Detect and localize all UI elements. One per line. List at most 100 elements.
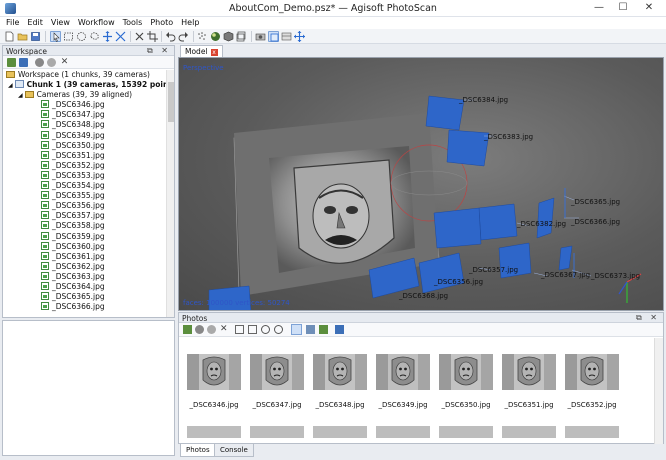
camera-list-item[interactable]: _DSC6347.jpg [3, 110, 168, 120]
point-cloud-icon[interactable] [197, 31, 208, 42]
disable-icon[interactable] [47, 58, 56, 67]
solid-model-icon[interactable] [210, 31, 221, 42]
disable-camera-icon[interactable] [207, 325, 216, 334]
redo-icon[interactable] [178, 31, 189, 42]
camera-list-item[interactable]: _DSC6350.jpg [3, 140, 168, 151]
photo-thumbnail[interactable] [565, 354, 619, 390]
circle-select-icon[interactable] [76, 31, 87, 42]
camera-label: _DSC6382.jpg [517, 220, 567, 228]
photos-scrollbar[interactable] [654, 338, 663, 444]
show-region-icon[interactable] [268, 31, 279, 42]
resize-region-icon[interactable] [115, 31, 126, 42]
reset-view-icon[interactable] [294, 31, 305, 42]
wireframe-icon[interactable] [236, 31, 247, 42]
photo-thumbnail[interactable] [187, 354, 241, 390]
menu-tools[interactable]: Tools [119, 17, 147, 29]
camera-list-item[interactable]: _DSC6362.jpg [3, 261, 168, 272]
photo-thumbnail[interactable] [502, 354, 556, 390]
photo-thumbnail[interactable] [376, 426, 430, 438]
add-chunk-icon[interactable] [7, 58, 16, 67]
maximize-button[interactable]: ☐ [612, 0, 634, 17]
cameras-row[interactable]: ◢ Cameras (39, 39 aligned) [3, 90, 168, 100]
menu-edit[interactable]: Edit [23, 17, 47, 29]
enable-camera-icon[interactable] [195, 325, 204, 334]
photo-thumbnail[interactable] [439, 354, 493, 390]
camera-list-item[interactable]: _DSC6355.jpg [3, 191, 168, 201]
photo-thumbnail[interactable] [439, 426, 493, 438]
enable-icon[interactable] [35, 58, 44, 67]
add-photos-icon[interactable] [19, 58, 28, 67]
photo-thumbnail[interactable] [376, 354, 430, 390]
camera-list-item[interactable]: _DSC6353.jpg [3, 170, 168, 181]
photos-panel-buttons[interactable]: ⧉ ✕ [636, 313, 660, 323]
photo-thumbnail[interactable] [502, 426, 556, 438]
undo-icon[interactable] [165, 31, 176, 42]
zoom-in-icon[interactable] [261, 325, 270, 334]
camera-list-item[interactable]: _DSC6357.jpg [3, 211, 168, 221]
main-toolbar [0, 29, 666, 44]
menu-help[interactable]: Help [177, 17, 203, 29]
large-thumbnails-icon[interactable] [291, 324, 302, 335]
menu-view[interactable]: View [47, 17, 74, 29]
workspace-panel-buttons[interactable]: ⧉ ✕ [147, 46, 171, 56]
camera-list-item[interactable]: _DSC6348.jpg [3, 120, 168, 130]
camera-list-item[interactable]: _DSC6364.jpg [3, 281, 168, 292]
camera-list-item[interactable]: _DSC6359.jpg [3, 231, 168, 242]
zoom-out-icon[interactable] [274, 325, 283, 334]
photo-thumbnail[interactable] [187, 426, 241, 438]
rotate-right-icon[interactable] [248, 325, 257, 334]
photo-thumbnail[interactable] [250, 426, 304, 438]
remove-icon[interactable]: ✕ [60, 58, 69, 67]
close-tab-icon[interactable]: x [210, 49, 218, 56]
rectangle-select-icon[interactable] [63, 31, 74, 42]
photo-thumbnail[interactable] [313, 354, 367, 390]
menu-photo[interactable]: Photo [146, 17, 177, 29]
remove-photo-icon[interactable]: ✕ [220, 324, 229, 334]
add-photos-icon[interactable] [183, 325, 192, 334]
camera-list-item[interactable]: _DSC6358.jpg [3, 221, 168, 231]
menu-file[interactable]: File [2, 17, 23, 29]
camera-list-item[interactable]: _DSC6351.jpg [3, 150, 168, 161]
camera-list-item[interactable]: _DSC6365.jpg [3, 292, 168, 302]
tab-model[interactable]: Model x [180, 45, 223, 57]
camera-list-item[interactable]: _DSC6366.jpg [3, 302, 168, 312]
minimize-button[interactable]: — [588, 0, 610, 17]
delete-icon[interactable] [134, 31, 145, 42]
textured-model-icon[interactable] [223, 31, 234, 42]
scrollbar-thumb[interactable] [168, 82, 174, 122]
chunk-row[interactable]: ◢ Chunk 1 (39 cameras, 15392 points) [3, 80, 168, 90]
rotate-object-icon[interactable] [102, 31, 113, 42]
camera-list-item[interactable]: _DSC6361.jpg [3, 251, 168, 262]
show-trackball-icon[interactable] [281, 31, 292, 42]
crop-icon[interactable] [147, 31, 158, 42]
workspace-root[interactable]: Workspace (1 chunks, 39 cameras) [3, 70, 168, 80]
photo-thumbnail[interactable] [250, 354, 304, 390]
collapse-icon[interactable]: ◢ [8, 82, 13, 89]
workspace-scrollbar[interactable] [166, 70, 174, 317]
navigation-icon[interactable] [50, 31, 61, 42]
camera-list-item[interactable]: _DSC6349.jpg [3, 130, 168, 141]
rotate-left-icon[interactable] [235, 325, 244, 334]
model-viewport[interactable]: Perspective faces: 100000 vertices: 5027… [178, 57, 664, 311]
camera-list-item[interactable]: _DSC6352.jpg [3, 160, 168, 171]
show-cameras-icon[interactable] [255, 31, 266, 42]
new-icon[interactable] [4, 31, 15, 42]
photo-thumbnail[interactable] [565, 426, 619, 438]
camera-list-item[interactable]: _DSC6356.jpg [3, 201, 168, 211]
close-button[interactable]: ✕ [638, 0, 660, 17]
menu-workflow[interactable]: Workflow [74, 17, 119, 29]
tab-console[interactable]: Console [214, 444, 254, 457]
free-select-icon[interactable] [89, 31, 100, 42]
tab-photos[interactable]: Photos [180, 444, 216, 457]
filter-icon[interactable] [335, 325, 344, 334]
save-icon[interactable] [30, 31, 41, 42]
camera-list-item[interactable]: _DSC6363.jpg [3, 271, 168, 282]
medium-thumbnails-icon[interactable] [306, 325, 315, 334]
details-view-icon[interactable] [319, 325, 328, 334]
collapse-icon[interactable]: ◢ [18, 92, 23, 99]
camera-list-item[interactable]: _DSC6354.jpg [3, 181, 168, 191]
open-icon[interactable] [17, 31, 28, 42]
camera-list-item[interactable]: _DSC6346.jpg [3, 100, 168, 110]
photo-thumbnail[interactable] [313, 426, 367, 438]
camera-list-item[interactable]: _DSC6360.jpg [3, 241, 168, 252]
